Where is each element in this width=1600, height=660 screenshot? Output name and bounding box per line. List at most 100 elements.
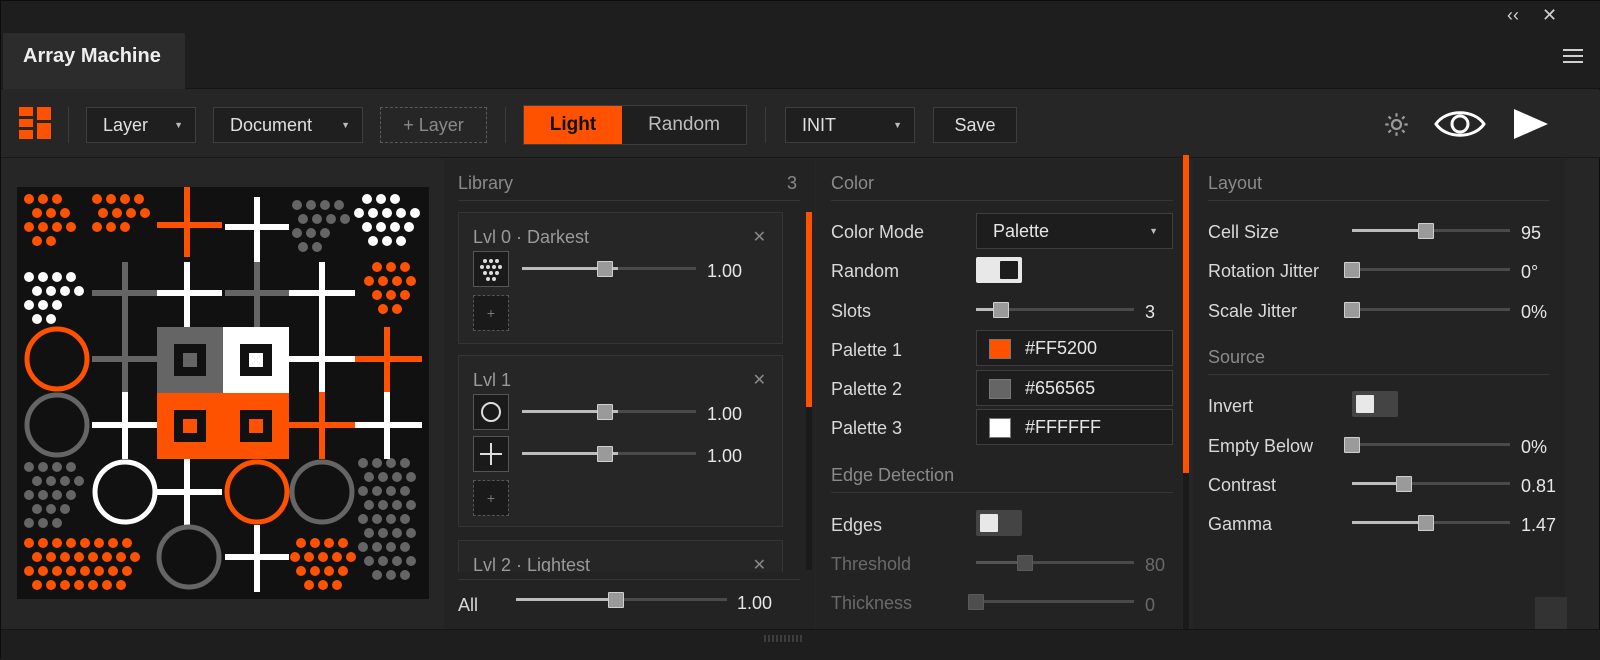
level-1-slider-circle[interactable] xyxy=(522,404,696,420)
threshold-value: 80 xyxy=(1145,555,1166,575)
array-machine-window: ‹‹ ✕ Array Machine Layer ▼ Document ▼ + … xyxy=(0,0,1600,660)
contrast-value: 0.81 xyxy=(1521,476,1557,496)
preview-canvas xyxy=(17,187,429,599)
layout-title: Layout xyxy=(1208,173,1263,193)
source-title: Source xyxy=(1208,347,1266,367)
close-icon[interactable]: ✕ xyxy=(1542,5,1557,26)
thickness-label: Thickness xyxy=(831,593,913,613)
edge-detection-title: Edge Detection xyxy=(831,465,955,485)
logo-icon xyxy=(19,107,51,139)
library-count: 3 xyxy=(787,173,798,193)
resize-grip-icon[interactable] xyxy=(764,635,804,642)
level-card-1: Lvl 1 ✕ 1.00 1.00 + xyxy=(458,355,783,527)
save-button[interactable]: Save xyxy=(933,107,1017,143)
hamburger-menu-icon[interactable] xyxy=(1563,49,1583,65)
gamma-slider[interactable] xyxy=(1352,515,1510,531)
threshold-slider[interactable] xyxy=(976,555,1134,571)
resize-corner[interactable] xyxy=(1535,597,1567,629)
level-title: Lvl 1 xyxy=(473,370,512,390)
palette-3-hex: #FFFFFF xyxy=(1025,417,1101,437)
contrast-slider[interactable] xyxy=(1352,476,1510,492)
palette-2-swatch[interactable] xyxy=(989,379,1011,399)
level-1-slider-plus[interactable] xyxy=(522,446,696,462)
palette-2-label: Palette 2 xyxy=(831,379,903,399)
thickness-value: 0 xyxy=(1145,595,1156,615)
all-label: All xyxy=(458,595,479,615)
circle-icon[interactable] xyxy=(473,394,509,430)
level-card-2: Lvl 2 · Lightest ✕ xyxy=(458,540,783,572)
library-title: Library xyxy=(458,173,514,193)
scale-jitter-label: Scale Jitter xyxy=(1208,301,1298,321)
all-value: 1.00 xyxy=(737,593,773,613)
scale-jitter-value: 0% xyxy=(1521,302,1548,322)
palette-1-hex: #FF5200 xyxy=(1025,338,1098,358)
level-0-slider[interactable] xyxy=(522,261,696,277)
library-scrollbar[interactable] xyxy=(806,212,812,570)
gamma-value: 1.47 xyxy=(1521,515,1557,535)
document-dropdown-label: Document xyxy=(230,115,313,135)
tab-array-machine[interactable]: Array Machine xyxy=(3,33,185,89)
chevron-down-icon: ▼ xyxy=(341,120,350,130)
palette-2-field[interactable]: #656565 xyxy=(976,370,1173,406)
rotation-jitter-slider[interactable] xyxy=(1344,262,1510,278)
palette-3-field[interactable]: #FFFFFF xyxy=(976,409,1173,445)
add-layer-button[interactable]: + Layer xyxy=(380,107,487,143)
divider xyxy=(831,200,1173,201)
empty-below-value: 0% xyxy=(1521,437,1548,457)
threshold-label: Threshold xyxy=(831,554,912,574)
level-card-0: Lvl 0 · Darkest ✕ 1.00 + xyxy=(458,212,783,344)
collapse-icon[interactable]: ‹‹ xyxy=(1507,5,1519,26)
chevron-down-icon: ▼ xyxy=(893,120,902,130)
close-icon[interactable]: ✕ xyxy=(753,370,766,390)
add-item-button[interactable]: + xyxy=(473,295,509,331)
color-mode-dropdown[interactable]: Palette ▼ xyxy=(976,213,1173,249)
palette-2-hex: #656565 xyxy=(1025,378,1096,398)
cell-size-slider[interactable] xyxy=(1352,223,1510,239)
thickness-slider[interactable] xyxy=(968,594,1134,610)
tab-row: Array Machine xyxy=(1,33,1600,89)
contrast-label: Contrast xyxy=(1208,475,1277,495)
eye-icon[interactable] xyxy=(1433,105,1487,143)
color-scrollbar[interactable] xyxy=(1183,155,1189,629)
dots-pattern-icon[interactable] xyxy=(473,251,509,287)
slots-slider[interactable] xyxy=(976,302,1134,318)
gear-icon[interactable] xyxy=(1383,111,1410,138)
divider xyxy=(1208,374,1550,375)
cell-size-label: Cell Size xyxy=(1208,222,1280,242)
random-mode-button[interactable]: Random xyxy=(622,106,746,144)
all-slider[interactable] xyxy=(516,592,727,608)
invert-label: Invert xyxy=(1208,396,1254,416)
play-icon[interactable] xyxy=(1511,106,1551,142)
light-mode-button[interactable]: Light xyxy=(524,106,622,144)
palette-3-swatch[interactable] xyxy=(989,418,1011,438)
toolbar-divider xyxy=(68,107,69,143)
divider xyxy=(458,200,800,201)
preset-dropdown[interactable]: INIT ▼ xyxy=(785,107,915,143)
edges-toggle[interactable] xyxy=(976,510,1022,536)
scale-jitter-slider[interactable] xyxy=(1344,302,1510,318)
empty-below-slider[interactable] xyxy=(1344,437,1510,453)
level-title: Lvl 2 · Lightest xyxy=(473,555,591,572)
slots-label: Slots xyxy=(831,301,872,321)
palette-1-field[interactable]: #FF5200 xyxy=(976,330,1173,366)
color-mode-label: Color Mode xyxy=(831,222,925,242)
plus-icon[interactable] xyxy=(473,436,509,472)
palette-1-swatch[interactable] xyxy=(989,339,1011,359)
layer-dropdown[interactable]: Layer ▼ xyxy=(86,107,196,143)
cell-size-value: 95 xyxy=(1521,223,1542,243)
gamma-label: Gamma xyxy=(1208,514,1273,534)
level-title: Lvl 0 · Darkest xyxy=(473,227,590,247)
chevron-down-icon: ▼ xyxy=(1149,226,1158,236)
random-toggle[interactable] xyxy=(976,257,1022,283)
empty-below-label: Empty Below xyxy=(1208,436,1314,456)
rotation-jitter-label: Rotation Jitter xyxy=(1208,261,1320,281)
document-dropdown[interactable]: Document ▼ xyxy=(213,107,363,143)
divider xyxy=(458,579,800,580)
level-1-plus-value: 1.00 xyxy=(707,446,743,466)
close-icon[interactable]: ✕ xyxy=(753,227,766,247)
invert-toggle[interactable] xyxy=(1352,391,1398,417)
close-icon[interactable]: ✕ xyxy=(753,555,766,572)
status-bar xyxy=(1,629,1600,660)
level-1-circle-value: 1.00 xyxy=(707,404,743,424)
add-item-button[interactable]: + xyxy=(473,480,509,516)
